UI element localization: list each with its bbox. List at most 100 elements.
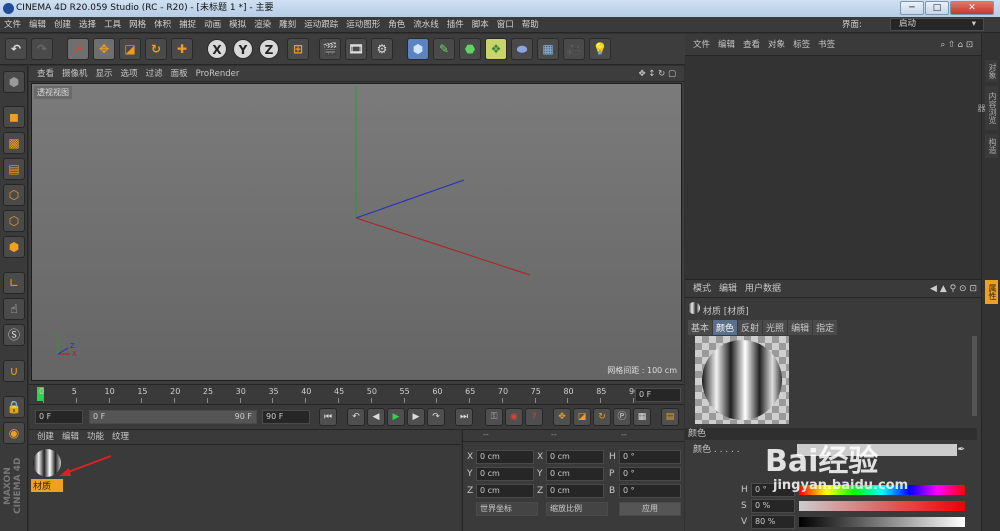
pos-y-field[interactable]: 0 cm [476,467,534,481]
tweak-mode-button[interactable]: ☝ [3,298,25,320]
size-x-field[interactable]: 0 cm [546,450,604,464]
right-tab-content-browser[interactable]: 内容浏览器 [977,86,998,130]
attr-menu-mode[interactable]: 模式 [689,284,715,294]
scale-mode-select[interactable]: 缩放比例 [546,502,608,516]
close-button[interactable]: ✕ [950,1,994,15]
key-position-button[interactable]: ✥ [553,408,571,426]
add-light-button[interactable]: 💡 [589,38,611,60]
rotate-button[interactable]: ↻ [145,38,167,60]
enable-axis-button[interactable]: ∟ [3,272,25,294]
minimize-button[interactable]: ─ [900,1,924,15]
viewport-menu-prorender[interactable]: ProRender [192,66,244,82]
prev-frame-button[interactable]: ◀ [367,408,385,426]
menu-file[interactable]: 文件 [0,17,25,33]
lock-workplane-button[interactable]: 🔒 [3,396,25,418]
prev-key-button[interactable]: ↶ [347,408,365,426]
menu-window[interactable]: 窗口 [493,17,518,33]
maximize-button[interactable]: □ [925,1,949,15]
viewport-menu-filter[interactable]: 过滤 [142,66,167,82]
menu-character[interactable]: 角色 [384,17,409,33]
undo-button[interactable]: ↶ [5,38,27,60]
right-tab-attributes[interactable]: 属性 [985,280,998,304]
add-pen-spline-button[interactable]: ✎ [433,38,455,60]
frame-range-slider[interactable]: 0 F 90 F [89,410,257,424]
workplane-mode-button[interactable]: ▤ [3,158,25,180]
current-frame-field[interactable]: 0 F [635,388,681,402]
goto-end-button[interactable]: ⏭ [455,408,473,426]
attr-scrollbar[interactable] [972,336,977,416]
menu-plugins[interactable]: 插件 [443,17,468,33]
obj-menu-tags[interactable]: 标签 [789,34,814,56]
material-preview[interactable] [695,336,789,424]
menu-pipeline[interactable]: 流水线 [409,17,443,33]
attr-tab-illumination[interactable]: 光照 [763,320,788,335]
add-floor-button[interactable]: ▦ [537,38,559,60]
add-deformer-button[interactable]: ⬬ [511,38,533,60]
render-view-button[interactable]: 🎬 [319,38,341,60]
keyframe-selection-button[interactable]: ? [525,408,543,426]
obj-menu-bookmarks[interactable]: 书签 [814,34,839,56]
make-editable-button[interactable]: ⬢ [3,71,25,93]
size-z-field[interactable]: 0 cm [546,484,604,498]
viewport-menu-options[interactable]: 选项 [117,66,142,82]
material-menu-create[interactable]: 创建 [33,430,58,445]
timeline-window-button[interactable]: ▤ [661,408,679,426]
menu-create[interactable]: 创建 [50,17,75,33]
menu-volume[interactable]: 体积 [150,17,175,33]
attr-menu-edit[interactable]: 编辑 [715,284,741,294]
attr-menu-userdata[interactable]: 用户数据 [741,284,785,294]
menu-select[interactable]: 选择 [75,17,100,33]
rot-p-field[interactable]: 0 ° [619,467,681,481]
recent-tools-button[interactable]: ✚ [171,38,193,60]
redo-button[interactable]: ↷ [31,38,53,60]
pos-x-field[interactable]: 0 cm [476,450,534,464]
key-scale-button[interactable]: ◪ [573,408,591,426]
y-axis-lock[interactable]: Y [233,39,253,59]
key-pla-button[interactable]: ▦ [633,408,651,426]
coordinate-system-button[interactable]: ⊞ [287,38,309,60]
timeline-ruler[interactable]: 051015202530354045505560657075808590 0 F [29,384,684,404]
menu-snap[interactable]: 捕捉 [175,17,200,33]
play-button[interactable]: ▶ [387,408,405,426]
menu-mesh[interactable]: 网格 [125,17,150,33]
material-menu-function[interactable]: 功能 [83,430,108,445]
render-picture-viewer-button[interactable]: 🎞 [345,38,367,60]
rot-b-field[interactable]: 0 ° [619,484,681,498]
live-selection-button[interactable]: ➚ [67,38,89,60]
apply-button[interactable]: 应用 [619,502,681,516]
obj-menu-view[interactable]: 查看 [739,34,764,56]
add-subdivision-button[interactable]: ⬣ [459,38,481,60]
snap-button[interactable]: Ⓢ [3,324,25,346]
magnet-button[interactable]: ∪ [3,360,25,382]
menu-motion-tracker[interactable]: 运动跟踪 [300,17,342,33]
menu-script[interactable]: 脚本 [468,17,493,33]
record-active-button[interactable]: ⚿ [485,408,503,426]
z-axis-lock[interactable]: Z [259,39,279,59]
right-tab-objects[interactable]: 对象 [985,60,998,82]
polygons-mode-button[interactable]: ⬢ [3,236,25,258]
planar-workplane-button[interactable]: ◉ [3,422,25,444]
obj-menu-file[interactable]: 文件 [689,34,714,56]
menu-sculpt[interactable]: 雕刻 [275,17,300,33]
obj-menu-objects[interactable]: 对象 [764,34,789,56]
scale-button[interactable]: ◪ [119,38,141,60]
viewport-menu-camera[interactable]: 摄像机 [58,66,92,82]
viewport-menu-display[interactable]: 显示 [92,66,117,82]
edges-mode-button[interactable]: ⬡ [3,210,25,232]
menu-edit[interactable]: 编辑 [25,17,50,33]
menu-mograph[interactable]: 运动图形 [342,17,384,33]
add-cube-button[interactable]: ⬢ [407,38,429,60]
attr-tab-editor[interactable]: 编辑 [788,320,813,335]
x-axis-lock[interactable]: X [207,39,227,59]
autokey-button[interactable]: ◉ [505,408,523,426]
attr-tab-basic[interactable]: 基本 [688,320,713,335]
menu-animate[interactable]: 动画 [200,17,225,33]
obj-manager-icons[interactable]: ⌕ ⇧ ⌂ ⊡ [936,34,977,56]
move-button[interactable]: ✥ [93,38,115,60]
layout-select[interactable]: 启动 ▾ [890,18,984,31]
attr-nav-icons[interactable]: ◀ ▲ ⚲ ⊙ ⊡ [930,280,977,298]
obj-menu-edit[interactable]: 编辑 [714,34,739,56]
attr-tab-reflect[interactable]: 反射 [738,320,763,335]
add-array-button[interactable]: ❖ [485,38,507,60]
viewport-menu-panel[interactable]: 面板 [167,66,192,82]
